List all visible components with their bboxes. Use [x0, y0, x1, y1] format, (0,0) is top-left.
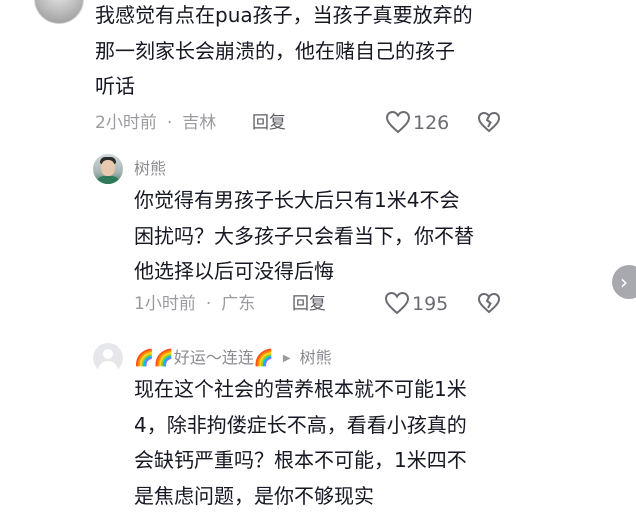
- avatar[interactable]: [93, 154, 123, 184]
- comment-line: 会缺钙严重吗？根本不可能，1米四不: [134, 443, 467, 479]
- broken-heart-icon: [477, 111, 501, 133]
- comment-line: 现在这个社会的营养根本就不可能1米: [134, 372, 467, 408]
- comment-time: 1小时前: [134, 294, 196, 314]
- comment-text: 现在这个社会的营养根本就不可能1米 4，除非拘偻症长不高，看看小孩真的 会缺钙严…: [134, 372, 467, 514]
- avatar[interactable]: [34, 0, 84, 24]
- chevron-right-icon: ›: [620, 270, 628, 294]
- heart-outline-icon: [384, 291, 410, 315]
- comment-location: 广东: [221, 294, 255, 314]
- reply-button[interactable]: 回复: [292, 292, 326, 316]
- comment-text: 你觉得有男孩子长大后只有1米4不会 困扰吗？大多孩子只会看当下，你不替 他选择以…: [134, 183, 474, 290]
- heart-outline-icon: [385, 110, 411, 134]
- play-triangle-icon: ▶: [283, 353, 291, 364]
- comment-meta: 2小时前 · 吉林: [95, 111, 216, 135]
- comment-time: 2小时前: [95, 113, 157, 133]
- avatar-body: [98, 361, 118, 373]
- comment-line: 那一刻家长会崩溃的，他在赌自己的孩子: [95, 34, 473, 70]
- separator-dot: ·: [167, 113, 172, 133]
- avatar[interactable]: [93, 343, 123, 373]
- comment-line: 4，除非拘偻症长不高，看看小孩真的: [134, 408, 467, 444]
- username[interactable]: 🌈🌈好运～连连🌈: [134, 348, 274, 367]
- broken-heart-icon: [477, 292, 501, 314]
- avatar-head: [103, 349, 113, 359]
- comment-line: 听话: [95, 69, 473, 105]
- dislike-button[interactable]: [477, 292, 501, 318]
- comment-line: 你觉得有男孩子长大后只有1米4不会: [134, 183, 474, 219]
- comment-text: 我感觉有点在pua孩子，当孩子真要放弃的 那一刻家长会崩溃的，他在赌自己的孩子 …: [95, 0, 473, 105]
- comment-meta: 1小时前 · 广东: [134, 292, 255, 316]
- like-count: 126: [413, 111, 449, 135]
- avatar-shirt: [96, 176, 120, 184]
- like-button[interactable]: [385, 110, 411, 138]
- separator-dot: ·: [206, 294, 211, 314]
- comment-line: 困扰吗？大多孩子只会看当下，你不替: [134, 219, 474, 255]
- comment-location: 吉林: [182, 113, 216, 133]
- dislike-button[interactable]: [477, 111, 501, 137]
- like-button[interactable]: [384, 291, 410, 319]
- reply-to-username[interactable]: 树熊: [300, 348, 332, 367]
- username[interactable]: 树熊: [134, 158, 166, 180]
- reply-button[interactable]: 回复: [252, 111, 286, 135]
- avatar-face: [101, 160, 115, 176]
- reply-header: 🌈🌈好运～连连🌈 ▶ 树熊: [134, 347, 332, 372]
- like-count: 195: [412, 292, 448, 316]
- comment-line: 我感觉有点在pua孩子，当孩子真要放弃的: [95, 0, 473, 34]
- comment-line: 他选择以后可没得后悔: [134, 254, 474, 290]
- scroll-next-button[interactable]: ›: [612, 265, 636, 299]
